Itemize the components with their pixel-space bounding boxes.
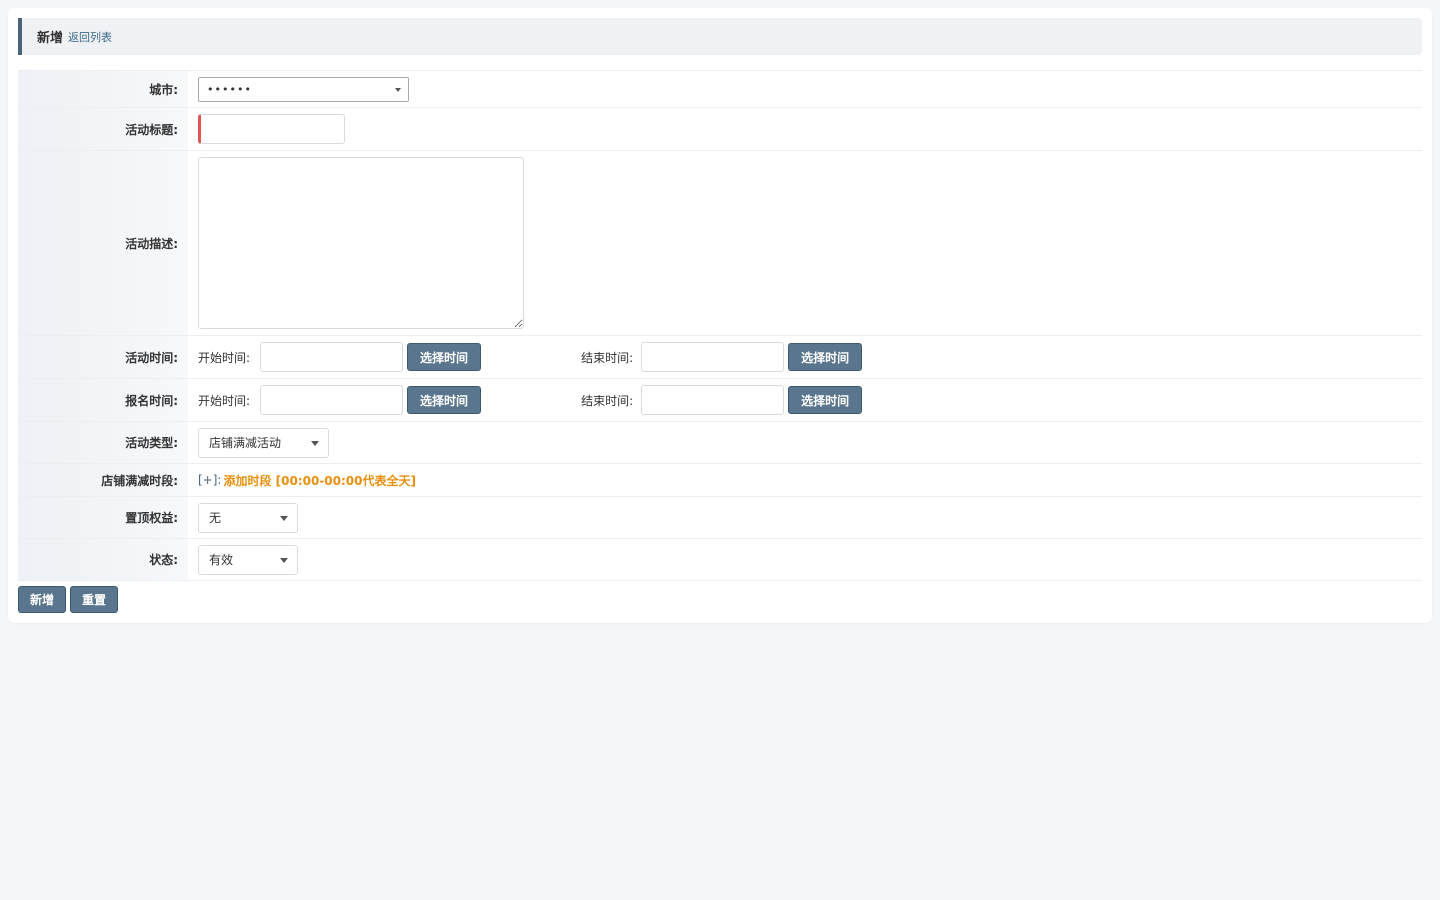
signup-start-pick-button[interactable]: 选择时间: [407, 386, 482, 414]
title-input[interactable]: [198, 114, 345, 144]
activity-end-pick-button[interactable]: 选择时间: [788, 343, 863, 371]
top-rights-value: 无: [209, 511, 222, 525]
signup-end-label: 结束时间:: [581, 393, 634, 408]
add-period-link[interactable]: 添加时段 [00:00-00:00代表全天]: [223, 472, 416, 489]
signup-start-label: 开始时间:: [198, 393, 251, 408]
status-label: 状态:: [18, 539, 188, 580]
row-activity-time: 活动时间: 开始时间: 选择时间 结束时间: 选择时间: [18, 336, 1422, 379]
chevron-down-icon: [311, 440, 319, 446]
description-textarea[interactable]: [198, 157, 524, 329]
activity-start-pick-button[interactable]: 选择时间: [407, 343, 482, 371]
row-city: 城市: ••••••: [18, 71, 1422, 108]
signup-end-pick-button[interactable]: 选择时间: [788, 386, 863, 414]
page-header: 新增 返回列表: [18, 18, 1422, 55]
submit-button[interactable]: 新增: [18, 586, 67, 613]
chevron-down-icon: [280, 515, 288, 521]
activity-end-input[interactable]: [641, 342, 785, 372]
status-select[interactable]: 有效: [198, 544, 298, 575]
chevron-down-icon: [395, 87, 401, 92]
row-description: 活动描述:: [18, 151, 1422, 336]
signup-time-label: 报名时间:: [18, 379, 188, 421]
activity-type-value: 店铺满减活动: [209, 436, 282, 450]
page-title: 新增: [37, 31, 64, 46]
activity-start-input[interactable]: [260, 342, 404, 372]
status-value: 有效: [209, 553, 234, 567]
signup-end-input[interactable]: [641, 385, 785, 415]
top-rights-select[interactable]: 无: [198, 502, 298, 533]
chevron-down-icon: [280, 557, 288, 563]
form-actions: 新增 重置: [18, 586, 119, 613]
activity-type-select[interactable]: 店铺满减活动: [198, 427, 329, 458]
activity-start-label: 开始时间:: [198, 350, 251, 365]
row-title: 活动标题:: [18, 108, 1422, 151]
description-label: 活动描述:: [18, 151, 188, 335]
add-period-bracket[interactable]: [+]:: [198, 473, 221, 487]
reset-button[interactable]: 重置: [70, 586, 119, 613]
row-discount-period: 店铺满减时段: [+]: 添加时段 [00:00-00:00代表全天]: [18, 464, 1422, 497]
activity-type-label: 活动类型:: [18, 422, 188, 463]
city-select-value: ••••••: [207, 82, 252, 96]
city-select[interactable]: ••••••: [198, 76, 409, 102]
top-rights-label: 置顶权益:: [18, 497, 188, 538]
row-status: 状态: 有效: [18, 539, 1422, 581]
discount-period-label: 店铺满减时段:: [18, 464, 188, 496]
row-top-rights: 置顶权益: 无: [18, 497, 1422, 539]
row-signup-time: 报名时间: 开始时间: 选择时间 结束时间: 选择时间: [18, 379, 1422, 422]
create-form: 城市: •••••• 活动标题: 活动描述: 活动时间: 开始时间: 选择时间 …: [18, 70, 1422, 581]
city-label: 城市:: [18, 71, 188, 107]
row-activity-type: 活动类型: 店铺满减活动: [18, 422, 1422, 464]
back-to-list-link[interactable]: 返回列表: [68, 29, 112, 45]
signup-start-input[interactable]: [260, 385, 404, 415]
title-label: 活动标题:: [18, 108, 188, 150]
activity-time-label: 活动时间:: [18, 336, 188, 378]
activity-end-label: 结束时间:: [581, 350, 634, 365]
